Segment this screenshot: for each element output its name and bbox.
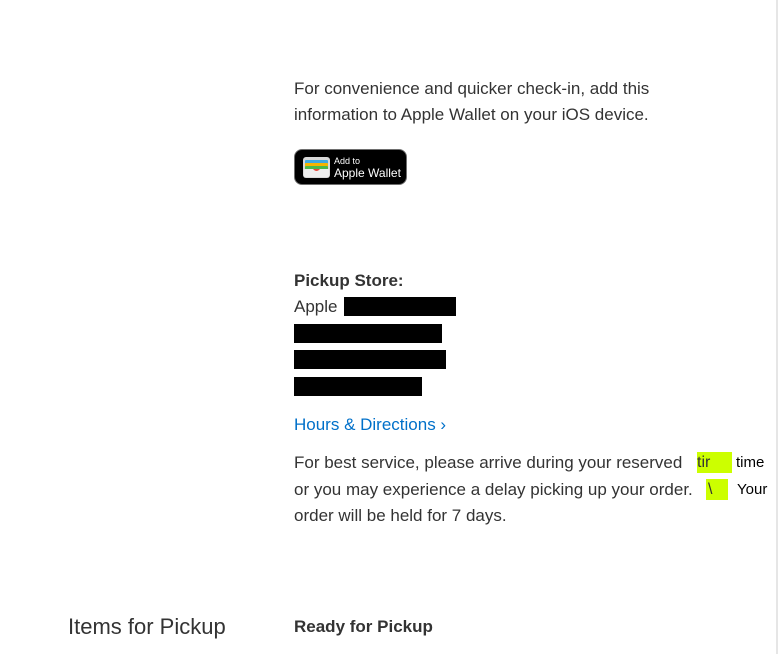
wallet-description-line2: information to Apple Wallet on your iOS … <box>294 105 649 124</box>
service-overflow-text1: time <box>736 454 765 471</box>
redacted-address-line2 <box>294 350 446 369</box>
highlighted-text: tir <box>697 452 732 473</box>
redacted-store-name <box>344 297 456 316</box>
service-text-line3: order will be held for 7 days. <box>294 506 507 525</box>
pickup-store-name: Apple <box>294 297 338 316</box>
items-for-pickup-heading: Items for Pickup <box>68 614 226 639</box>
add-to-apple-wallet-button[interactable]: Add to Apple Wallet <box>294 149 407 185</box>
wallet-description: For convenience and quicker check-in, ad… <box>294 76 694 128</box>
pickup-store-label: Pickup Store: <box>294 271 404 290</box>
highlighted-text-value: tir <box>697 454 711 471</box>
wallet-icon <box>303 157 330 178</box>
wallet-button-small-text: Add to <box>334 156 361 166</box>
wallet-description-line1: For convenience and quicker check-in, ad… <box>294 79 650 98</box>
highlighted-text: \ <box>706 479 728 500</box>
service-text-line2: or you may experience a delay picking up… <box>294 480 693 499</box>
redacted-address-line3 <box>294 377 422 396</box>
wallet-button-large-text: Apple Wallet <box>334 166 401 180</box>
redacted-address-line1 <box>294 324 442 343</box>
highlighted-text-value: \ <box>708 481 713 498</box>
service-text-line1: For best service, please arrive during y… <box>294 453 683 472</box>
hours-and-directions-link[interactable]: Hours & Directions › <box>294 414 446 436</box>
service-overflow-text2: Your <box>737 481 768 498</box>
ready-for-pickup-heading: Ready for Pickup <box>294 617 433 636</box>
